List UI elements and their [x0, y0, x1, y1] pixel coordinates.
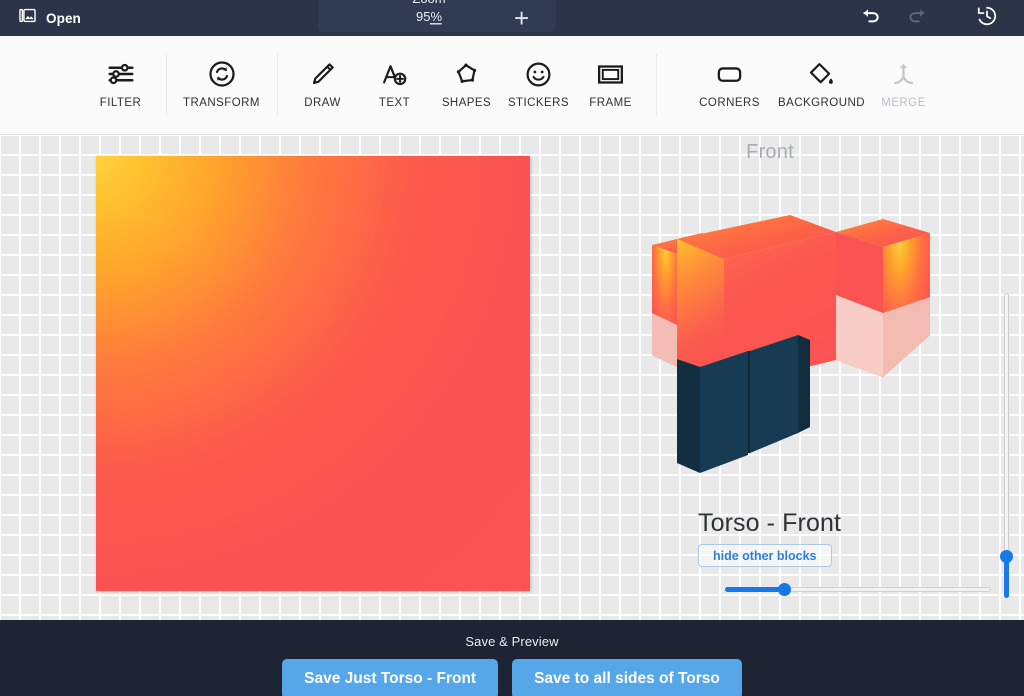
history-button[interactable]: [964, 0, 1010, 36]
tool-background-label: BACKGROUND: [778, 97, 865, 109]
sliders-icon: [106, 55, 136, 93]
tool-text-label: TEXT: [378, 97, 411, 109]
rounded-rect-icon: [715, 55, 744, 93]
tool-merge[interactable]: MERGE: [868, 49, 940, 121]
open-button[interactable]: Open: [18, 3, 81, 33]
tool-draw[interactable]: DRAW: [287, 49, 359, 121]
slider-thumb[interactable]: [778, 583, 792, 596]
topbar-actions: [848, 0, 1024, 36]
undo-icon: [860, 6, 882, 31]
toolbar-divider-2: [276, 54, 278, 116]
toolbar-divider-1: [165, 54, 167, 116]
top-bar: Open Zoom 95% – +: [0, 0, 1024, 36]
smiley-icon: [524, 55, 553, 93]
merge-arrow-icon: [889, 55, 918, 93]
open-button-label: Open: [46, 10, 81, 26]
image-open-icon: [18, 6, 37, 30]
app-root: Open Zoom 95% – +: [0, 0, 1024, 696]
tool-stickers[interactable]: STICKERS: [503, 49, 575, 121]
preview-vertical-slider[interactable]: [999, 293, 1013, 598]
pencil-icon: [308, 55, 337, 93]
toolbar-divider-3: [655, 54, 657, 116]
texture-canvas[interactable]: [96, 156, 530, 591]
tool-toolbar: FILTER TRANSFORM DRAW TEXT SHAPES STICKE…: [0, 36, 1024, 135]
block-title: Torso - Front: [698, 509, 841, 537]
zoom-out-button[interactable]: –: [430, 12, 442, 33]
footer-title: Save & Preview: [465, 634, 559, 649]
tool-text[interactable]: TEXT: [359, 49, 431, 121]
history-icon: [976, 5, 998, 32]
preview-zoom-slider[interactable]: [725, 582, 991, 596]
paint-bucket-icon: [807, 55, 836, 93]
tool-frame[interactable]: FRAME: [575, 49, 647, 121]
redo-icon: [906, 6, 928, 31]
zoom-in-button[interactable]: +: [514, 5, 529, 31]
add-text-icon: [380, 55, 409, 93]
tool-list: FILTER TRANSFORM DRAW TEXT SHAPES STICKE…: [85, 49, 940, 121]
undo-button[interactable]: [848, 0, 894, 36]
tool-corners[interactable]: CORNERS: [684, 49, 776, 121]
vslider-fill: [1004, 561, 1009, 598]
tool-filter-label: FILTER: [99, 97, 142, 109]
zoom-control-group: Zoom 95% – +: [318, 0, 556, 33]
tool-shapes[interactable]: SHAPES: [431, 49, 503, 121]
footer-button-row: Save Just Torso - Front Save to all side…: [282, 659, 742, 696]
slider-fill: [725, 587, 781, 592]
tool-shapes-label: SHAPES: [441, 97, 492, 109]
save-all-sides-button[interactable]: Save to all sides of Torso: [512, 659, 742, 696]
tool-transform-label: TRANSFORM: [183, 97, 260, 109]
polygon-icon: [452, 55, 481, 93]
canvas-stage[interactable]: Front Torso - Front hide other blocks: [0, 135, 1024, 620]
save-just-side-button[interactable]: Save Just Torso - Front: [282, 659, 499, 696]
character-preview[interactable]: [640, 155, 940, 515]
refresh-icon: [207, 55, 237, 93]
tool-background[interactable]: BACKGROUND: [776, 49, 868, 121]
tool-transform[interactable]: TRANSFORM: [176, 49, 268, 121]
tool-draw-label: DRAW: [304, 97, 341, 109]
toolbar-gap: [666, 49, 684, 121]
frame-icon: [596, 55, 625, 93]
vslider-thumb[interactable]: [1000, 549, 1013, 563]
tool-frame-label: FRAME: [589, 97, 632, 109]
tool-filter[interactable]: FILTER: [85, 49, 157, 121]
hide-other-blocks-button[interactable]: hide other blocks: [698, 544, 832, 567]
tool-corners-label: CORNERS: [699, 97, 760, 109]
tool-merge-label: MERGE: [881, 97, 926, 109]
tool-stickers-label: STICKERS: [507, 97, 570, 109]
redo-button[interactable]: [894, 0, 940, 36]
save-footer: Save & Preview Save Just Torso - Front S…: [0, 620, 1024, 696]
